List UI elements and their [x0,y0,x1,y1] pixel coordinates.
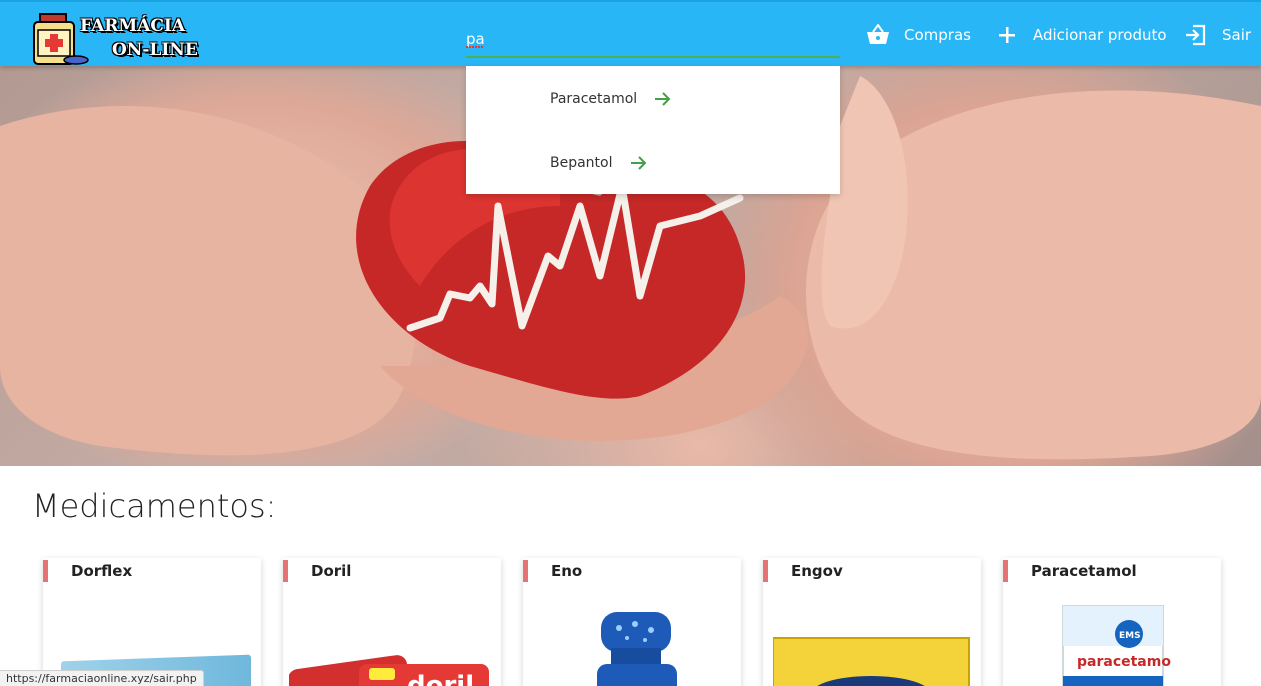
product-card-dorflex[interactable]: Dorflex [43,558,261,686]
product-name: Paracetamol [1031,562,1137,580]
search-field[interactable] [466,18,840,58]
card-accent [283,560,288,582]
suggestion-label: Paracetamol [550,91,638,107]
card-accent [763,560,768,582]
suggestion-label: Bepantol [550,155,613,171]
suggestion-bepantol[interactable]: Bepantol [550,147,649,179]
plus-icon [995,23,1019,47]
product-image [597,612,677,686]
product-card-doril[interactable]: Doril doril [283,558,501,686]
product-image [773,637,970,686]
exit-icon [1184,23,1208,47]
card-accent [523,560,528,582]
product-card-paracetamol[interactable]: Paracetamol EMS paracetamol [1003,558,1221,686]
spellcheck-underline [466,46,484,48]
product-card-engov[interactable]: Engov [763,558,981,686]
nav-sair[interactable]: Sair [1184,20,1251,50]
product-image: EMS paracetamol [1062,605,1171,686]
nav-adicionar-produto[interactable]: Adicionar produto [995,20,1167,50]
brand-name-line1: FARMÁCIA [80,16,186,36]
suggestion-paracetamol[interactable]: Paracetamol [550,83,673,115]
svg-text:EMS: EMS [1119,631,1141,641]
product-name: Dorflex [71,562,133,580]
brand-name-line2: ON-LINE [112,40,198,60]
arrow-right-icon [630,156,646,170]
brand-logo[interactable]: FARMÁCIA ON-LINE [30,12,198,66]
product-card-eno[interactable]: Eno [523,558,741,686]
nav-sair-label: Sair [1222,26,1252,44]
arrow-right-icon [655,92,671,106]
product-name: Eno [551,562,583,580]
nav-adicionar-label: Adicionar produto [1033,26,1167,44]
top-navbar: FARMÁCIA ON-LINE Compras Adicionar produ… [0,0,1261,66]
card-accent [43,560,48,582]
nav-compras[interactable]: Compras [866,20,971,50]
status-bar-url: https://farmaciaonline.xyz/sair.php [0,670,204,686]
svg-text:doril: doril [407,671,474,686]
product-name: Engov [791,562,843,580]
product-image: doril [289,655,489,686]
search-input[interactable] [466,18,840,56]
svg-text:paracetamol: paracetamol [1077,654,1171,670]
card-accent [1003,560,1008,582]
search-suggestions: Paracetamol Bepantol [466,66,840,194]
section-title: Medicamentos: [32,487,277,525]
nav-compras-label: Compras [904,26,971,44]
basket-icon [866,23,890,47]
product-name: Doril [311,562,352,580]
